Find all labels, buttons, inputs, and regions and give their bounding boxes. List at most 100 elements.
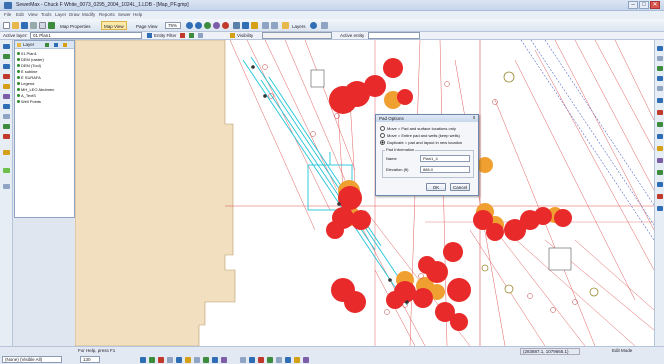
status-tool-icon[interactable] [212,357,218,363]
status-tool-icon[interactable] [221,357,227,363]
menu-draw[interactable]: Draw [69,12,80,17]
draw-icon[interactable] [242,22,249,29]
status-tool-icon[interactable] [240,357,246,363]
redo-icon[interactable] [271,22,278,29]
active-entity-select[interactable] [368,32,420,39]
minimize-button[interactable]: – [628,1,638,9]
menu-reports[interactable]: Reports [99,12,115,17]
visibility-dot-icon[interactable] [17,58,20,62]
layer-tool-icon[interactable] [189,33,194,38]
duplicate-option[interactable]: Duplicate = pad and layout in new locati… [380,140,462,146]
tool-icon[interactable] [3,184,10,189]
properties-icon[interactable] [48,22,55,29]
visibility-dot-icon[interactable] [17,94,20,98]
visibility-icon[interactable] [230,33,235,38]
open-folder-icon[interactable] [12,22,19,29]
status-tool-icon[interactable] [176,357,182,363]
dialog-close-button[interactable]: x [471,116,477,121]
layer-settings-icon[interactable] [63,43,67,47]
grid-icon[interactable] [233,22,240,29]
tool-icon[interactable] [657,56,663,61]
map-drawing[interactable] [75,40,654,346]
active-layer-select[interactable]: 01 Plan1 [30,32,142,39]
menu-help[interactable]: Help [133,12,142,17]
visibility-dot-icon[interactable] [17,70,20,74]
layer-tool-icon[interactable] [180,33,185,38]
tool-icon[interactable] [657,206,663,211]
save-icon[interactable] [21,22,28,29]
visibility-label[interactable]: Visibility [237,33,253,38]
copy-icon[interactable] [39,22,46,29]
radio-icon[interactable] [380,126,385,132]
line-tool-icon[interactable] [3,74,10,79]
layer-select-combo[interactable]: (None) (Visible All) [2,356,62,363]
layer-row[interactable]: 01 Plan1 [17,51,37,56]
brush-tool-icon[interactable] [3,150,10,155]
status-tool-icon[interactable] [140,357,146,363]
select-arrow-icon[interactable] [3,44,10,49]
status-tool-icon[interactable] [303,357,309,363]
tool-icon[interactable] [657,86,663,91]
elevation-field[interactable]: 886.0 [420,166,470,173]
visibility-select[interactable] [262,32,332,39]
maximize-button[interactable]: □ [639,1,649,9]
zoom-combo[interactable]: 75% [165,22,181,29]
menu-view[interactable]: View [28,12,38,17]
layer-row[interactable]: E subline [17,69,37,74]
tool-icon[interactable] [657,76,663,81]
new-file-icon[interactable] [3,22,10,29]
settings-icon[interactable] [321,22,328,29]
layer-options-icon[interactable] [54,43,58,47]
layers-button[interactable]: Layers [289,21,309,30]
status-tool-icon[interactable] [158,357,164,363]
layers-icon[interactable] [282,22,289,29]
menu-sewer[interactable]: Sewer [118,12,131,17]
ok-button[interactable]: OK [426,183,446,191]
menu-tools[interactable]: Tools [41,12,52,17]
visibility-dot-icon[interactable] [17,76,20,80]
zoom-in-icon[interactable] [186,22,193,29]
status-tool-icon[interactable] [276,357,282,363]
text-tool-icon[interactable] [3,124,10,129]
tool-icon[interactable] [657,182,663,187]
map-view-button[interactable]: Map View [101,21,127,30]
pencil-tool-icon[interactable] [3,84,10,89]
tool-icon[interactable] [657,134,663,139]
layer-row[interactable]: E SURAFA [17,75,41,80]
tool-icon[interactable] [657,146,663,151]
cancel-button[interactable]: Cancel [450,183,470,191]
menu-file[interactable]: File [4,12,11,17]
measure-tool-icon[interactable] [3,114,10,119]
help-icon[interactable] [310,22,317,29]
close-button[interactable]: ✕ [650,1,660,9]
tool-icon[interactable] [657,46,663,51]
move-pad-option[interactable]: Move = Pad and surface locations only [380,126,456,132]
tool-icon[interactable] [657,98,663,103]
visibility-dot-icon[interactable] [17,88,20,92]
tool-icon[interactable] [657,170,663,175]
pencil-icon[interactable] [251,22,258,29]
visibility-dot-icon[interactable] [17,100,20,104]
layer-tool-icon[interactable] [198,33,203,38]
pan-tool-icon[interactable] [3,54,10,59]
tool-icon[interactable] [657,110,663,115]
visibility-dot-icon[interactable] [17,82,20,86]
name-field[interactable]: Plan1_4 [420,155,470,162]
layer-row[interactable]: DEM (raster) [17,57,44,62]
status-tool-icon[interactable] [185,357,191,363]
visibility-dot-icon[interactable] [17,52,20,56]
status-tool-icon[interactable] [249,357,255,363]
menu-edit[interactable]: Edit [16,12,24,17]
tool-icon[interactable] [657,66,663,71]
status-tool-icon[interactable] [285,357,291,363]
target-icon[interactable] [222,22,229,29]
radio-icon[interactable] [380,133,385,139]
tool-icon[interactable] [657,122,663,127]
zoom-value-field[interactable]: 130 [80,356,100,363]
status-tool-icon[interactable] [203,357,209,363]
well-tool-icon[interactable] [3,94,10,99]
edit-tool-icon[interactable] [3,104,10,109]
status-tool-icon[interactable] [149,357,155,363]
cc-tool-icon[interactable] [3,64,10,69]
tool-icon[interactable] [657,158,663,163]
